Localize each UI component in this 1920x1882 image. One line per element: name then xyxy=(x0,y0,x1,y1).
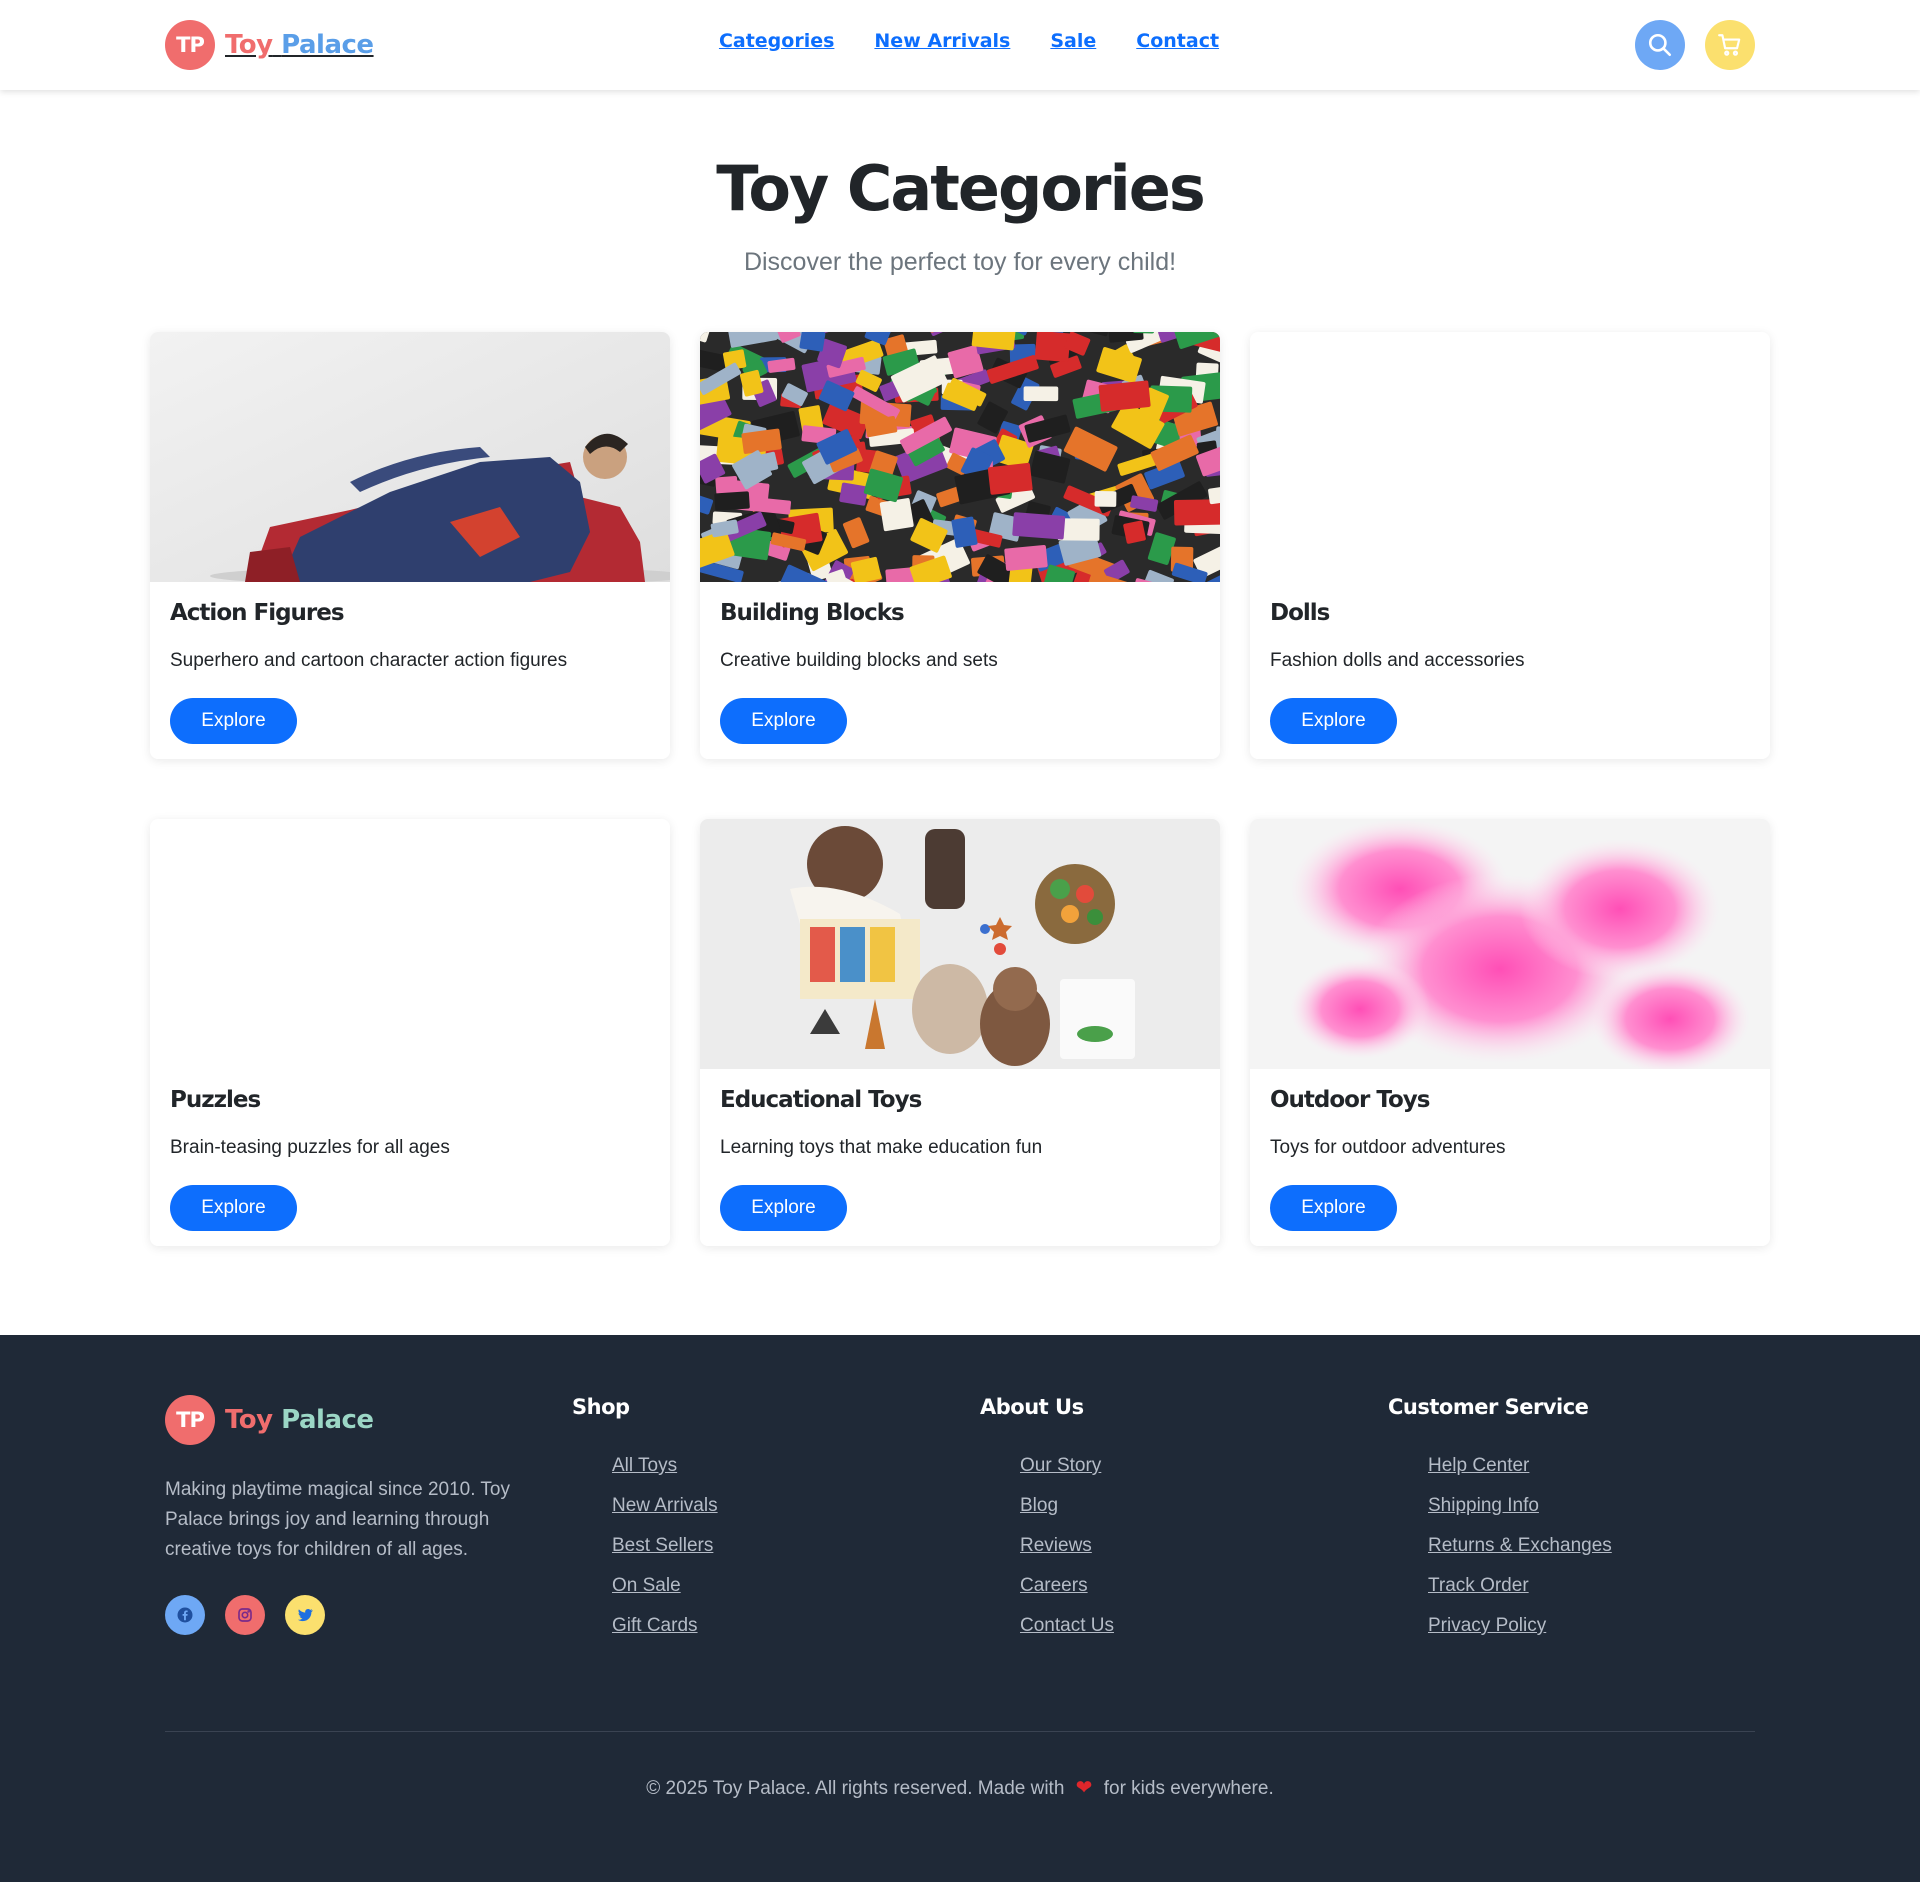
footer-column-customer-service: Customer Service Help Center Shipping In… xyxy=(1388,1395,1612,1655)
card-title: Educational Toys xyxy=(720,1087,922,1113)
footer-about-text: Making playtime magical since 2010. Toy … xyxy=(165,1479,510,1560)
card-title: Outdoor Toys xyxy=(1270,1087,1430,1113)
brand-name-part2: Palace xyxy=(281,30,374,60)
facebook-icon xyxy=(177,1607,193,1623)
cart-button[interactable] xyxy=(1705,20,1755,70)
card-title: Action Figures xyxy=(170,600,345,626)
footer-brand-part2: Palace xyxy=(281,1405,374,1435)
footer-link[interactable]: Shipping Info xyxy=(1428,1495,1539,1516)
explore-button[interactable]: Explore xyxy=(720,698,847,744)
footer-heading: Shop xyxy=(572,1395,630,1419)
page-subtitle: Discover the perfect toy for every child… xyxy=(743,248,1177,276)
footer-divider xyxy=(165,1731,1755,1732)
footer-link[interactable]: Track Order xyxy=(1428,1575,1529,1596)
brand-name-part1: Toy xyxy=(225,30,273,60)
category-card-outdoor-toys: Outdoor Toys Toys for outdoor adventures… xyxy=(1250,819,1770,1246)
category-grid: Action Figures Superhero and cartoon cha… xyxy=(150,332,1770,1246)
category-card-action-figures: Action Figures Superhero and cartoon cha… xyxy=(150,332,670,759)
puzzles-image-placeholder xyxy=(150,819,670,1069)
instagram-icon xyxy=(238,1608,252,1622)
page-title: Toy Categories xyxy=(716,152,1205,225)
category-card-dolls: Dolls Fashion dolls and accessories Expl… xyxy=(1250,332,1770,759)
footer-column-about: About Us Our Story Blog Reviews Careers … xyxy=(980,1395,1114,1655)
footer-brand-name: Toy Palace xyxy=(225,1405,374,1435)
card-description: Brain-teasing puzzles for all ages xyxy=(170,1137,450,1158)
card-description: Creative building blocks and sets xyxy=(720,650,998,671)
footer-column-shop: Shop All Toys New Arrivals Best Sellers … xyxy=(572,1395,718,1655)
outdoor-toys-image xyxy=(1250,819,1770,1069)
twitter-icon xyxy=(297,1609,313,1622)
nav-link-categories[interactable]: Categories xyxy=(719,30,834,52)
footer-brand-part1: Toy xyxy=(225,1405,273,1435)
explore-button[interactable]: Explore xyxy=(1270,1185,1397,1231)
footer-link[interactable]: Our Story xyxy=(1020,1455,1101,1476)
explore-button[interactable]: Explore xyxy=(170,1185,297,1231)
footer-link[interactable]: Privacy Policy xyxy=(1428,1615,1546,1636)
category-card-educational-toys: Educational Toys Learning toys that make… xyxy=(700,819,1220,1246)
facebook-link[interactable] xyxy=(165,1595,205,1635)
copyright-suffix: for kids everywhere. xyxy=(1103,1778,1274,1799)
heart-icon: ❤ xyxy=(1075,1777,1093,1799)
card-title: Puzzles xyxy=(170,1087,261,1113)
nav-link-sale[interactable]: Sale xyxy=(1050,30,1096,52)
footer-link[interactable]: Help Center xyxy=(1428,1455,1529,1476)
footer-link[interactable]: All Toys xyxy=(612,1455,677,1476)
footer-heading: About Us xyxy=(980,1395,1084,1419)
copyright: © 2025 Toy Palace. All rights reserved. … xyxy=(0,1775,1920,1800)
copyright-prefix: © 2025 Toy Palace. All rights reserved. … xyxy=(646,1778,1065,1799)
twitter-link[interactable] xyxy=(285,1595,325,1635)
nav-link-contact[interactable]: Contact xyxy=(1136,30,1219,52)
footer-link[interactable]: Blog xyxy=(1020,1495,1058,1516)
educational-toys-image xyxy=(700,819,1220,1069)
footer-link[interactable]: New Arrivals xyxy=(612,1495,718,1516)
dolls-image-placeholder xyxy=(1250,332,1770,582)
footer-link[interactable]: Reviews xyxy=(1020,1535,1092,1556)
brand-logo-link[interactable]: TP Toy Palace xyxy=(165,20,374,70)
cart-icon xyxy=(1718,34,1741,56)
card-title: Building Blocks xyxy=(720,600,905,626)
explore-button[interactable]: Explore xyxy=(170,698,297,744)
search-icon xyxy=(1648,33,1672,57)
social-links xyxy=(165,1595,325,1635)
footer-link[interactable]: Careers xyxy=(1020,1575,1088,1596)
footer-link[interactable]: Contact Us xyxy=(1020,1615,1114,1636)
action-figures-image xyxy=(150,332,670,582)
card-title: Dolls xyxy=(1270,600,1330,626)
footer-link[interactable]: Returns & Exchanges xyxy=(1428,1535,1612,1556)
footer-link[interactable]: Gift Cards xyxy=(612,1615,698,1636)
footer-logo-badge: TP xyxy=(165,1395,215,1445)
logo-badge: TP xyxy=(165,20,215,70)
brand-name: Toy Palace xyxy=(225,30,374,60)
building-blocks-image xyxy=(700,332,1220,582)
search-button[interactable] xyxy=(1635,20,1685,70)
card-description: Toys for outdoor adventures xyxy=(1270,1137,1506,1158)
explore-button[interactable]: Explore xyxy=(720,1185,847,1231)
footer-link[interactable]: On Sale xyxy=(612,1575,681,1596)
footer-link[interactable]: Best Sellers xyxy=(612,1535,713,1556)
card-description: Learning toys that make education fun xyxy=(720,1137,1043,1158)
footer-heading: Customer Service xyxy=(1388,1395,1589,1419)
instagram-link[interactable] xyxy=(225,1595,265,1635)
explore-button[interactable]: Explore xyxy=(1270,698,1397,744)
card-description: Superhero and cartoon character action f… xyxy=(170,650,568,671)
card-description: Fashion dolls and accessories xyxy=(1270,650,1525,671)
site-header: TP Toy Palace Categories New Arrivals Sa… xyxy=(0,0,1920,90)
nav-link-new-arrivals[interactable]: New Arrivals xyxy=(874,30,1010,52)
category-card-building-blocks: Building Blocks Creative building blocks… xyxy=(700,332,1220,759)
site-footer: TP Toy Palace Making playtime magical si… xyxy=(0,1335,1920,1882)
footer-brand: TP Toy Palace xyxy=(165,1395,374,1445)
category-card-puzzles: Puzzles Brain-teasing puzzles for all ag… xyxy=(150,819,670,1246)
